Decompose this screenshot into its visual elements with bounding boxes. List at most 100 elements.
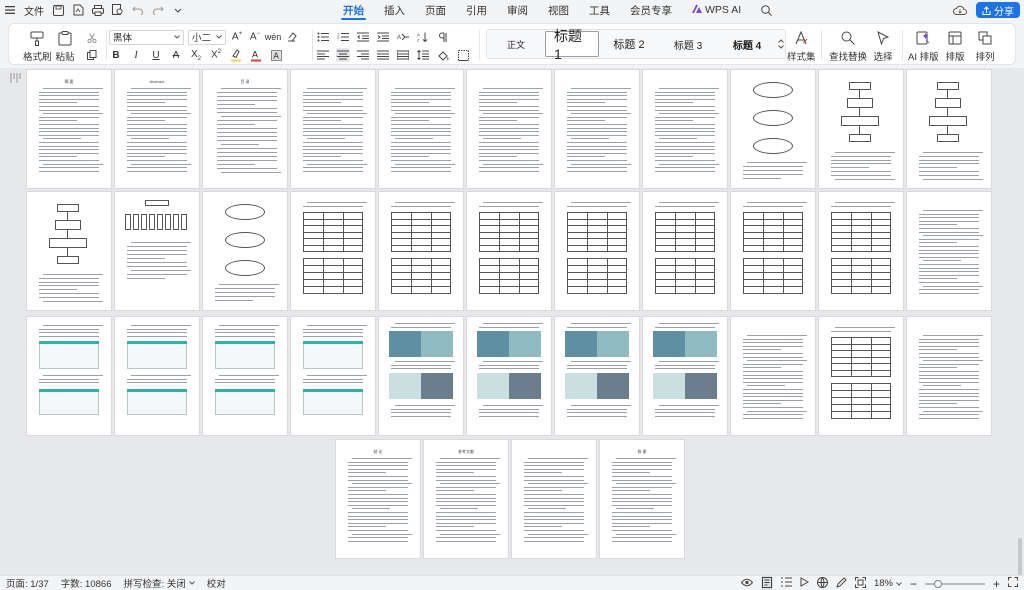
numbered-list-icon[interactable]: 12 bbox=[336, 30, 350, 44]
document-page[interactable] bbox=[203, 317, 287, 435]
zoom-slider-thumb[interactable] bbox=[933, 579, 942, 588]
document-page[interactable] bbox=[291, 317, 375, 435]
document-page[interactable]: 结 论 bbox=[336, 440, 420, 558]
document-page[interactable] bbox=[379, 70, 463, 188]
copy-icon[interactable] bbox=[85, 48, 99, 62]
document-page[interactable] bbox=[203, 192, 287, 310]
document-page[interactable] bbox=[643, 317, 727, 435]
document-page[interactable] bbox=[819, 192, 903, 310]
align-right-icon[interactable] bbox=[356, 48, 370, 62]
distributed-icon[interactable] bbox=[396, 48, 410, 62]
document-page[interactable] bbox=[731, 70, 815, 188]
align-center-icon[interactable] bbox=[336, 48, 350, 62]
document-page[interactable] bbox=[555, 192, 639, 310]
document-page[interactable]: 致 谢 bbox=[600, 440, 684, 558]
document-page[interactable] bbox=[555, 317, 639, 435]
style-heading-1[interactable]: 标题 1 bbox=[545, 28, 599, 62]
shrink-font-icon[interactable]: A− bbox=[248, 30, 262, 44]
tab-2[interactable]: 页面 bbox=[415, 0, 456, 20]
document-page[interactable] bbox=[731, 192, 815, 310]
font-color-icon[interactable]: A bbox=[249, 48, 263, 62]
tab-5[interactable]: 视图 bbox=[538, 0, 579, 20]
increase-indent-icon[interactable] bbox=[376, 30, 390, 44]
subscript-icon[interactable]: X2 bbox=[189, 48, 203, 62]
clear-format-icon[interactable] bbox=[284, 30, 298, 44]
tab-3[interactable]: 引用 bbox=[456, 0, 497, 20]
superscript-icon[interactable]: X2 bbox=[209, 48, 223, 62]
zoom-in-icon[interactable]: + bbox=[993, 577, 1000, 590]
document-page[interactable] bbox=[27, 192, 111, 310]
undo-icon[interactable] bbox=[130, 2, 146, 18]
write-mode-icon[interactable] bbox=[836, 576, 847, 590]
document-page[interactable]: 参考文献 bbox=[424, 440, 508, 558]
word-count[interactable]: 字数: 10866 bbox=[55, 576, 118, 590]
search-icon[interactable] bbox=[751, 0, 782, 20]
select-button[interactable]: 选择 bbox=[873, 30, 893, 63]
document-page[interactable] bbox=[819, 317, 903, 435]
proofread-button[interactable]: 校对 bbox=[201, 576, 232, 590]
fit-page-icon[interactable] bbox=[854, 576, 866, 590]
tab-6[interactable]: 工具 bbox=[579, 0, 620, 20]
document-page[interactable] bbox=[643, 70, 727, 188]
page-view-icon[interactable] bbox=[760, 575, 773, 590]
print-preview-icon[interactable] bbox=[110, 2, 126, 18]
print-icon[interactable] bbox=[90, 2, 106, 18]
style-normal[interactable]: 正文 bbox=[487, 31, 545, 57]
document-page[interactable] bbox=[643, 192, 727, 310]
show-marks-icon[interactable] bbox=[436, 30, 450, 44]
italic-icon[interactable]: I bbox=[129, 48, 143, 62]
style-set-button[interactable]: 样式集 bbox=[787, 30, 816, 63]
hamburger-icon[interactable] bbox=[2, 2, 18, 18]
char-shading-icon[interactable]: A bbox=[269, 48, 283, 62]
share-button[interactable]: 分享 bbox=[976, 2, 1020, 18]
style-heading-2[interactable]: 标题 2 bbox=[599, 31, 659, 57]
document-page[interactable] bbox=[291, 192, 375, 310]
zoom-slider[interactable] bbox=[924, 579, 985, 588]
bullet-list-icon[interactable] bbox=[316, 30, 330, 44]
document-page[interactable] bbox=[27, 317, 111, 435]
document-page[interactable] bbox=[291, 70, 375, 188]
sort-icon[interactable]: AZ bbox=[416, 30, 430, 44]
document-page[interactable] bbox=[512, 440, 596, 558]
document-page[interactable]: 摘 要 bbox=[27, 70, 111, 188]
document-page[interactable] bbox=[819, 70, 903, 188]
decrease-indent-icon[interactable] bbox=[356, 30, 370, 44]
document-page[interactable] bbox=[731, 317, 815, 435]
arrange-button[interactable]: 排列 bbox=[975, 30, 995, 63]
document-page[interactable]: Abstract bbox=[115, 70, 199, 188]
eye-protection-icon[interactable] bbox=[740, 578, 754, 590]
ai-layout-button[interactable]: AI 排版 bbox=[908, 30, 939, 63]
tab-0[interactable]: 开始 bbox=[333, 0, 374, 20]
tab-1[interactable]: 插入 bbox=[374, 0, 415, 20]
page-indicator[interactable]: 页面: 1/37 bbox=[0, 576, 55, 590]
shading-icon[interactable] bbox=[436, 48, 450, 62]
strikethrough-icon[interactable]: A bbox=[169, 48, 183, 62]
find-replace-button[interactable]: 查找替换 bbox=[829, 30, 867, 63]
file-menu[interactable]: 文件 bbox=[20, 0, 48, 20]
bold-icon[interactable]: B bbox=[109, 48, 123, 62]
document-page[interactable] bbox=[467, 70, 551, 188]
styles-scroll[interactable] bbox=[777, 39, 785, 49]
document-page[interactable] bbox=[379, 192, 463, 310]
borders-icon[interactable] bbox=[456, 48, 470, 62]
full-screen-icon[interactable] bbox=[1008, 577, 1018, 590]
document-page[interactable] bbox=[467, 192, 551, 310]
document-page[interactable] bbox=[907, 317, 991, 435]
tab-7[interactable]: 会员专享 bbox=[620, 0, 682, 20]
font-name-select[interactable]: 黑体 bbox=[109, 29, 184, 45]
zoom-level[interactable]: 18% bbox=[874, 578, 902, 589]
document-page[interactable] bbox=[115, 317, 199, 435]
document-canvas[interactable]: 摘 要 Abstract 目 录结 论 参考文献 致 谢 bbox=[0, 68, 1024, 590]
document-page[interactable] bbox=[115, 192, 199, 310]
change-case-icon[interactable]: wén bbox=[265, 30, 282, 44]
document-page[interactable] bbox=[907, 70, 991, 188]
dropdown-icon[interactable] bbox=[170, 2, 186, 18]
align-left-icon[interactable] bbox=[316, 48, 330, 62]
zoom-out-icon[interactable]: − bbox=[910, 577, 917, 590]
justify-icon[interactable] bbox=[376, 48, 390, 62]
font-size-select[interactable]: 小二 bbox=[188, 29, 226, 45]
document-page[interactable] bbox=[555, 70, 639, 188]
spell-check-toggle[interactable]: 拼写检查: 关闭 bbox=[117, 576, 200, 590]
document-page[interactable]: 目 录 bbox=[203, 70, 287, 188]
play-icon[interactable] bbox=[800, 577, 809, 590]
